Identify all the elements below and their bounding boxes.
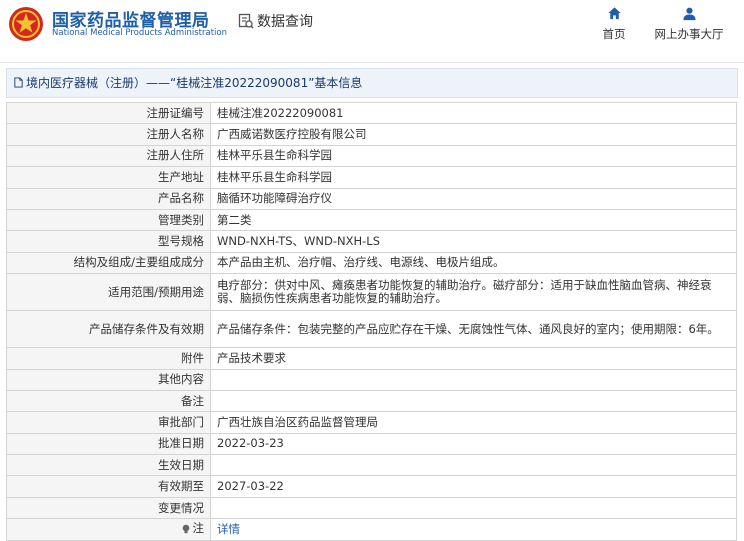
table-row: 变更情况 [6, 496, 737, 520]
row-value [210, 454, 737, 477]
table-row: 注册人名称 广西威诺数医疗控股有限公司 [6, 123, 737, 146]
row-value [210, 496, 737, 520]
data-query-label: 数据查询 [257, 14, 313, 30]
nav-online-hall[interactable]: 网上办事大厅 [652, 6, 726, 42]
nav-hall-label: 网上办事大厅 [654, 27, 724, 41]
row-label: 管理类别 [6, 208, 211, 232]
table-row: 注册证编号 桂械注准20222090081 [6, 101, 737, 125]
row-value: 广西威诺数医疗控股有限公司 [210, 123, 737, 146]
table-row: 备注 [6, 389, 737, 413]
row-value: 第二类 [210, 208, 737, 232]
row-value: 广西壮族自治区药品监督管理局 [210, 411, 737, 434]
row-label: 有效期至 [6, 475, 211, 498]
user-icon [682, 7, 696, 21]
row-label: 结构及组成/主要组成成分 [6, 251, 211, 275]
row-value: 电疗部分：供对中风、瘫痪患者功能恢复的辅助治疗。磁疗部分：适用于缺血性脑血管病、… [210, 273, 737, 312]
nmpa-emblem-icon [9, 7, 43, 41]
details-link[interactable]: 详情 [217, 522, 240, 536]
table-row: 管理类别 第二类 [6, 208, 737, 232]
table-row: 生产地址 桂林平乐县生命科学园 [6, 166, 737, 189]
table-row: 注册人住所 桂林平乐县生命科学园 [6, 144, 737, 168]
row-label: 生效日期 [6, 454, 211, 477]
table-row: 审批部门 广西壮族自治区药品监督管理局 [6, 411, 737, 434]
row-value [210, 389, 737, 413]
breadcrumb: 境内医疗器械（注册）——“桂械注准20222090081”基本信息 [6, 68, 738, 98]
row-value: 2022-03-23 [210, 432, 737, 456]
row-label: 其他内容 [6, 368, 211, 391]
home-icon [607, 7, 621, 20]
row-value: 2027-03-22 [210, 475, 737, 498]
table-row: 批准日期 2022-03-23 [6, 432, 737, 456]
row-value: 产品技术要求 [210, 347, 737, 370]
table-row: 型号规格 WND-NXH-TS、WND-NXH-LS [6, 230, 737, 253]
row-value [210, 368, 737, 391]
row-label: 变更情况 [6, 496, 211, 520]
table-row: 其他内容 [6, 368, 737, 391]
nav-home[interactable]: 首页 [598, 6, 630, 42]
table-row: 适用范围/预期用途 电疗部分：供对中风、瘫痪患者功能恢复的辅助治疗。磁疗部分：适用… [6, 273, 737, 312]
row-label: 注册证编号 [6, 101, 211, 125]
row-label: 批准日期 [6, 432, 211, 456]
row-value: 桂林平乐县生命科学园 [210, 166, 737, 189]
table-row: 产品名称 脑循环功能障碍治疗仪 [6, 187, 737, 210]
data-query-link[interactable]: 数据查询 [238, 11, 313, 31]
row-value: 脑循环功能障碍治疗仪 [210, 187, 737, 210]
registration-detail-table: 注册证编号 桂械注准20222090081 注册人名称 广西威诺数医疗控股有限公司 … [6, 101, 737, 541]
note-bulb-icon [182, 524, 189, 533]
site-header: 国家药品监督管理局 National Medical Products Admi… [0, 0, 744, 63]
row-label: 产品名称 [6, 187, 211, 210]
row-value: 桂林平乐县生命科学园 [210, 144, 737, 168]
row-label: 生产地址 [6, 166, 211, 189]
document-icon [14, 77, 23, 88]
row-label: 产品储存条件及有效期 [6, 310, 211, 349]
table-row: 生效日期 [6, 454, 737, 477]
nav-home-label: 首页 [602, 27, 626, 41]
table-row: 注 详情 [6, 518, 737, 541]
note-value-cell: 详情 [210, 518, 737, 541]
row-label: 注册人住所 [6, 144, 211, 168]
site-subtitle: National Medical Products Administration [52, 28, 227, 38]
row-label: 附件 [6, 347, 211, 370]
breadcrumb-text: 境内医疗器械（注册）——“桂械注准20222090081”基本信息 [26, 76, 363, 90]
table-row: 产品储存条件及有效期 产品储存条件：包装完整的产品应贮存在干燥、无腐蚀性气体、通风… [6, 310, 737, 349]
note-label-cell: 注 [6, 518, 211, 541]
table-row: 有效期至 2027-03-22 [6, 475, 737, 498]
table-row: 结构及组成/主要组成成分 本产品由主机、治疗帽、治疗线、电源线、电极片组成。 [6, 251, 737, 275]
row-label: 适用范围/预期用途 [6, 273, 211, 312]
row-label: 注册人名称 [6, 123, 211, 146]
row-value: 桂械注准20222090081 [210, 101, 737, 125]
note-label: 注 [192, 521, 205, 536]
row-value: 产品储存条件：包装完整的产品应贮存在干燥、无腐蚀性气体、通风良好的室内；使用期限… [210, 310, 737, 349]
row-value: WND-NXH-TS、WND-NXH-LS [210, 230, 737, 253]
data-query-icon [238, 13, 254, 29]
table-row: 附件 产品技术要求 [6, 347, 737, 370]
row-label: 审批部门 [6, 411, 211, 434]
row-label: 备注 [6, 389, 211, 413]
row-value: 本产品由主机、治疗帽、治疗线、电源线、电极片组成。 [210, 251, 737, 275]
row-label: 型号规格 [6, 230, 211, 253]
